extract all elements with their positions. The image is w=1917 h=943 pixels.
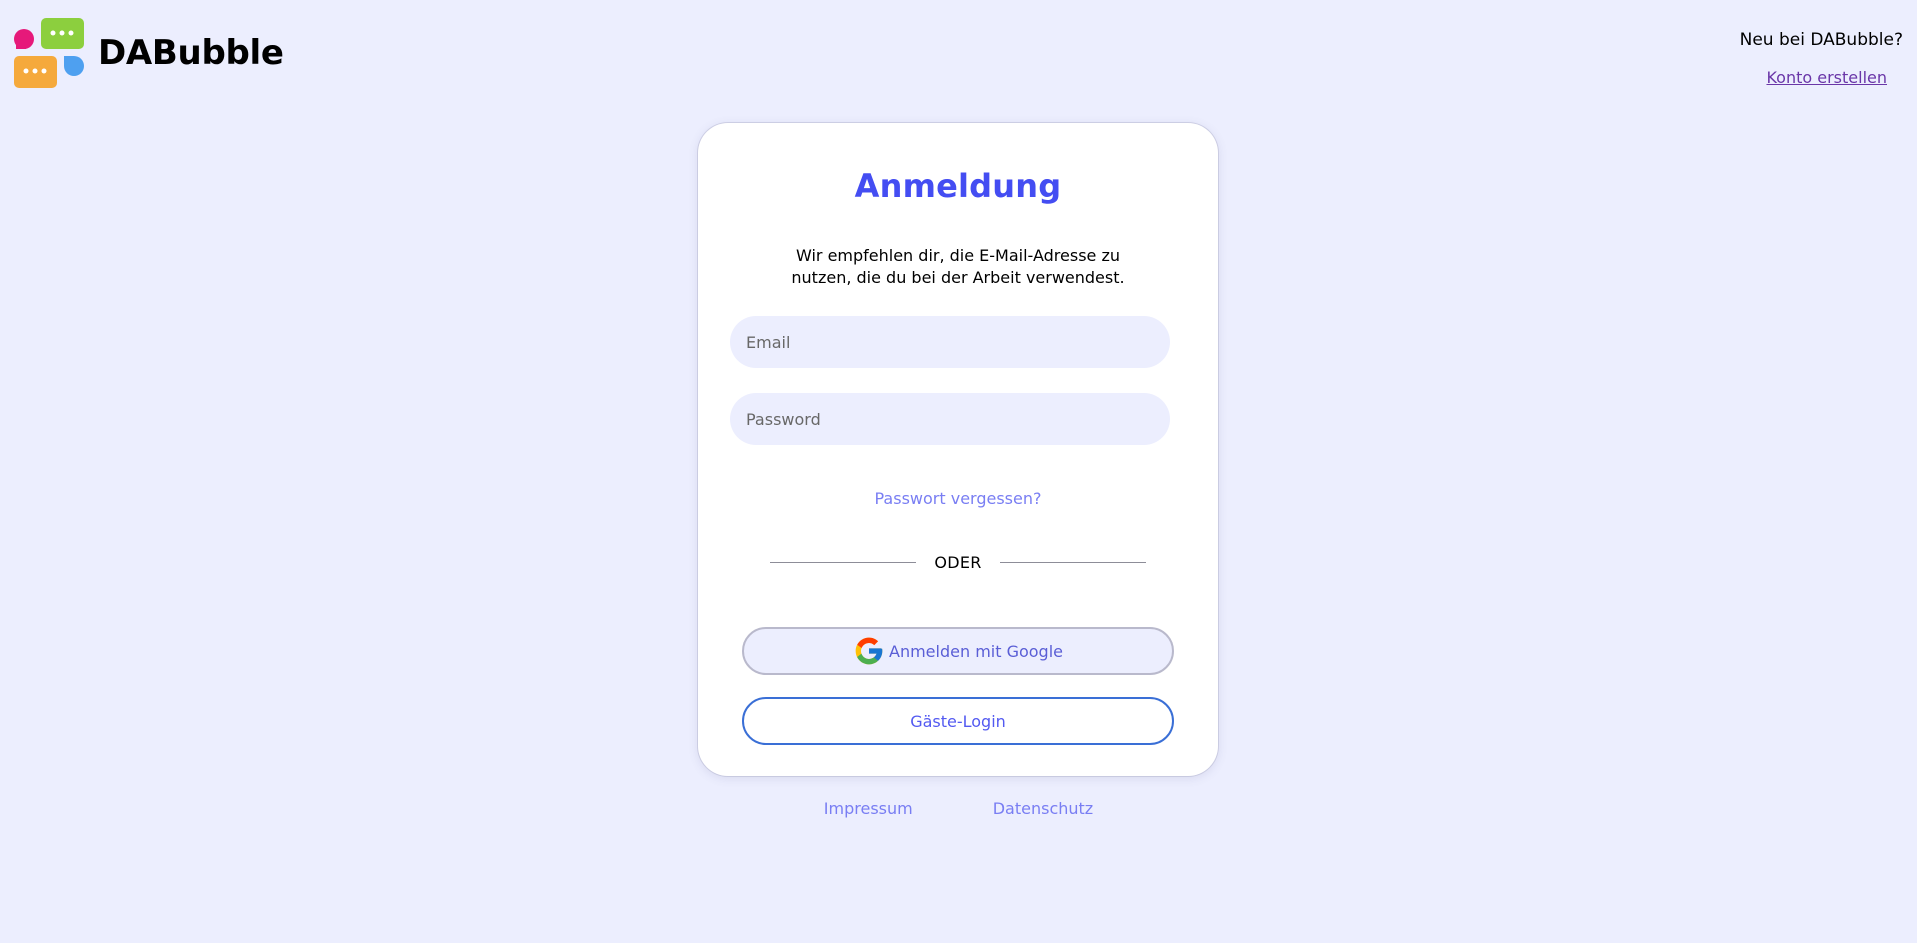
divider-line-left	[770, 562, 916, 563]
or-divider: ODER	[770, 553, 1146, 572]
brand: DABubble	[14, 18, 284, 88]
google-icon	[855, 637, 883, 665]
password-field[interactable]	[730, 393, 1170, 445]
datenschutz-link[interactable]: Datenschutz	[993, 799, 1093, 818]
signup-question: Neu bei DABubble?	[1739, 30, 1903, 50]
impressum-link[interactable]: Impressum	[824, 799, 913, 818]
login-page: DABubble Neu bei DABubble? Konto erstell…	[0, 0, 1917, 943]
brand-name: DABubble	[98, 33, 284, 73]
divider-line-right	[1000, 562, 1146, 563]
forgot-password-link[interactable]: Passwort vergessen?	[698, 489, 1218, 508]
login-intro-text: Wir empfehlen dir, die E-Mail-Adresse zu…	[791, 246, 1125, 287]
login-card: Anmeldung Wir empfehlen dir, die E-Mail-…	[698, 123, 1218, 776]
google-button-label: Anmelden mit Google	[889, 641, 1063, 661]
email-field[interactable]	[730, 316, 1170, 368]
footer-links: Impressum Datenschutz	[0, 799, 1917, 818]
create-account-link[interactable]: Konto erstellen	[1766, 68, 1887, 87]
google-login-button[interactable]: Anmelden mit Google	[742, 627, 1174, 675]
divider-text: ODER	[934, 553, 982, 572]
dabubble-logo-icon	[14, 18, 84, 88]
login-title: Anmeldung	[854, 167, 1062, 205]
guest-login-button[interactable]: Gäste-Login	[742, 697, 1174, 745]
signup-prompt: Neu bei DABubble? Konto erstellen	[1740, 30, 1903, 87]
